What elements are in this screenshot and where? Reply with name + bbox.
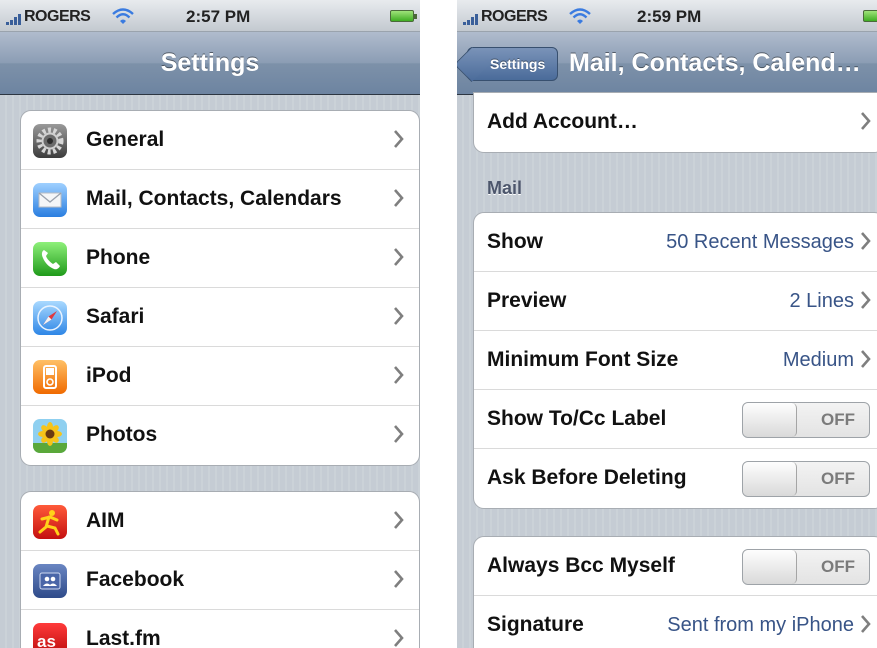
battery-icon xyxy=(390,10,417,22)
settings-row-photos[interactable]: Photos xyxy=(21,406,419,465)
settings-row-ipod[interactable]: iPod xyxy=(21,347,419,406)
chevron-right-icon xyxy=(394,189,404,207)
toggle-knob xyxy=(743,462,797,496)
row-label: Ask Before Deleting xyxy=(487,466,687,489)
chevron-right-icon xyxy=(394,248,404,266)
row-label: Mail, Contacts, Calendars xyxy=(86,187,342,210)
settings-group-apple: General Mail, Contacts, Calendars Phone … xyxy=(20,110,420,466)
row-label: iPod xyxy=(86,364,132,387)
chevron-right-icon xyxy=(861,232,871,250)
settings-row-mail-contacts-calendars[interactable]: Mail, Contacts, Calendars xyxy=(21,170,419,229)
battery-icon xyxy=(863,10,877,22)
chevron-right-icon xyxy=(394,425,404,443)
settings-row-general[interactable]: General xyxy=(21,111,419,170)
row-value: 2 Lines xyxy=(789,290,855,312)
phone-handset-icon xyxy=(33,242,67,276)
toggle-knob xyxy=(743,550,797,584)
back-button-settings[interactable]: Settings xyxy=(467,47,559,81)
wifi-icon xyxy=(112,8,134,24)
chevron-right-icon xyxy=(394,629,404,647)
always-bcc-toggle[interactable]: OFF xyxy=(742,549,870,585)
row-label: Facebook xyxy=(86,568,185,591)
lastfm-icon: as xyxy=(33,623,67,648)
mail-settings-group: Show 50 Recent Messages Preview 2 Lines … xyxy=(473,212,877,509)
row-label: Safari xyxy=(86,305,145,328)
chevron-right-icon xyxy=(861,615,871,633)
always-bcc-myself-row: Always Bcc Myself OFF xyxy=(474,537,877,596)
row-label: Always Bcc Myself xyxy=(487,554,675,577)
toggle-state: OFF xyxy=(821,410,855,429)
add-account-row[interactable]: Add Account… xyxy=(474,93,877,152)
settings-row-lastfm[interactable]: as Last.fm xyxy=(21,610,419,648)
photos-sunflower-icon xyxy=(33,419,67,453)
chevron-right-icon xyxy=(394,366,404,384)
page-title: Mail, Contacts, Calend… xyxy=(569,49,861,77)
settings-screen: ROGERS 2:57 PM Settings General Mail, Co… xyxy=(0,0,420,648)
back-button-label: Settings xyxy=(490,56,546,72)
row-label: Preview xyxy=(487,289,567,312)
settings-row-phone[interactable]: Phone xyxy=(21,229,419,288)
status-bar: ROGERS 2:57 PM xyxy=(0,0,420,32)
navigation-bar: Settings Mail, Contacts, Calend… xyxy=(457,32,877,95)
row-label: Minimum Font Size xyxy=(487,348,679,371)
chevron-right-icon xyxy=(394,130,404,148)
page-title: Settings xyxy=(160,49,260,77)
toggle-knob xyxy=(743,403,797,437)
settings-row-safari[interactable]: Safari xyxy=(21,288,419,347)
settings-row-aim[interactable]: AIM xyxy=(21,492,419,551)
svg-text:as: as xyxy=(37,632,56,648)
preview-lines-row[interactable]: Preview 2 Lines xyxy=(474,272,877,331)
signal-strength-icon xyxy=(463,13,479,25)
ask-before-deleting-row: Ask Before Deleting OFF xyxy=(474,449,877,508)
navigation-bar: Settings xyxy=(0,32,420,95)
status-bar: ROGERS 2:59 PM xyxy=(457,0,877,32)
status-time: 2:57 PM xyxy=(186,7,251,26)
show-to-cc-label-row: Show To/Cc Label OFF xyxy=(474,390,877,449)
section-header-mail: Mail xyxy=(487,178,523,198)
row-label: Last.fm xyxy=(86,627,161,648)
row-value: 50 Recent Messages xyxy=(666,231,854,253)
row-label: AIM xyxy=(86,509,125,532)
chevron-right-icon xyxy=(861,350,871,368)
safari-compass-icon xyxy=(33,301,67,335)
mail-envelope-icon xyxy=(33,183,67,217)
toggle-state: OFF xyxy=(821,469,855,488)
signature-row[interactable]: Signature Sent from my iPhone xyxy=(474,596,877,648)
mail-contacts-calendars-screen: ROGERS 2:59 PM Settings Mail, Contacts, … xyxy=(457,0,877,648)
show-messages-row[interactable]: Show 50 Recent Messages xyxy=(474,213,877,272)
row-label: Show To/Cc Label xyxy=(487,407,667,430)
carrier-name: ROGERS xyxy=(481,8,548,25)
general-gear-icon xyxy=(33,124,67,158)
settings-group-third-party: AIM Facebook as Last.fm xyxy=(20,491,420,648)
carrier-name: ROGERS xyxy=(24,8,91,25)
signal-strength-icon xyxy=(6,13,22,25)
ask-before-deleting-toggle[interactable]: OFF xyxy=(742,461,870,497)
toggle-state: OFF xyxy=(821,557,855,576)
ipod-icon xyxy=(33,360,67,394)
compose-settings-group: Always Bcc Myself OFF Signature Sent fro… xyxy=(473,536,877,648)
wifi-icon xyxy=(569,8,591,24)
chevron-right-icon xyxy=(394,570,404,588)
aim-runner-icon xyxy=(33,505,67,539)
row-label: Add Account… xyxy=(487,110,638,133)
show-to-cc-toggle[interactable]: OFF xyxy=(742,402,870,438)
chevron-right-icon xyxy=(394,307,404,325)
row-label: Photos xyxy=(86,423,158,446)
row-label: Show xyxy=(487,230,543,253)
row-label: General xyxy=(86,128,165,151)
chevron-right-icon xyxy=(861,112,871,130)
minimum-font-size-row[interactable]: Minimum Font Size Medium xyxy=(474,331,877,390)
chevron-right-icon xyxy=(394,511,404,529)
status-time: 2:59 PM xyxy=(637,7,702,26)
settings-row-facebook[interactable]: Facebook xyxy=(21,551,419,610)
row-label: Phone xyxy=(86,246,151,269)
row-label: Signature xyxy=(487,613,584,636)
row-value: Sent from my iPhone xyxy=(667,614,854,636)
chevron-right-icon xyxy=(861,291,871,309)
row-value: Medium xyxy=(782,349,854,371)
facebook-icon xyxy=(33,564,67,598)
add-account-group: Add Account… xyxy=(473,92,877,153)
